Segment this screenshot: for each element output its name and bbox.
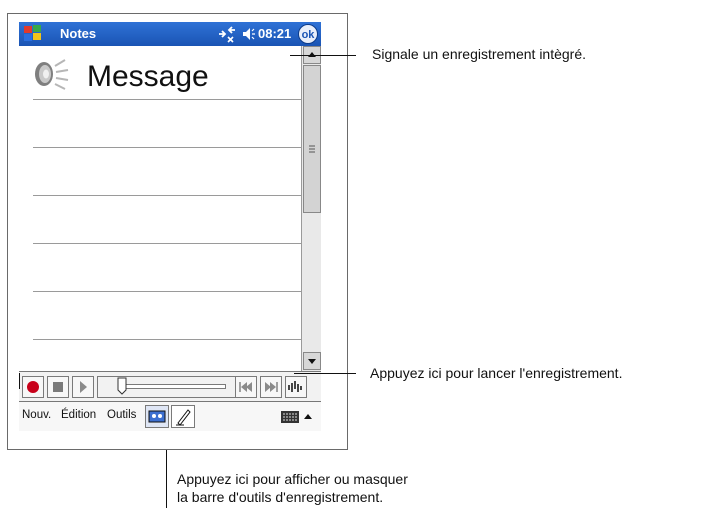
cassette-icon xyxy=(148,410,166,423)
note-ruled-line xyxy=(33,243,301,244)
stop-button[interactable] xyxy=(47,376,69,398)
note-ruled-line xyxy=(33,147,301,148)
play-icon xyxy=(80,381,87,393)
leader-line xyxy=(294,373,356,374)
scroll-down-button[interactable] xyxy=(303,352,321,370)
scroll-down-arrow-icon xyxy=(308,359,316,364)
stop-icon xyxy=(53,382,63,392)
scroll-thumb[interactable] xyxy=(303,65,321,213)
volume-level-icon xyxy=(288,381,302,392)
play-button[interactable] xyxy=(72,376,94,398)
record-button[interactable] xyxy=(22,376,44,398)
pen-icon xyxy=(176,409,191,426)
skip-forward-button[interactable] xyxy=(260,376,282,398)
recording-toolbar xyxy=(19,371,321,401)
ok-button[interactable]: ok xyxy=(298,24,318,44)
note-ruled-line xyxy=(33,339,301,340)
note-area[interactable]: Message xyxy=(19,46,301,371)
app-title: Notes xyxy=(60,26,97,41)
annotation-start-recording: Appuyez ici pour lancer l'enregistrement… xyxy=(370,365,623,381)
annotation-toggle-toolbar-line1: Appuyez ici pour afficher ou masquer xyxy=(177,471,408,487)
speaker-volume-icon[interactable] xyxy=(241,26,257,42)
volume-level-button[interactable] xyxy=(285,376,307,398)
title-bar: Notes 08:21 ok xyxy=(19,22,321,46)
command-bar: Nouv. Édition Outils xyxy=(19,401,321,431)
pen-mode-button[interactable] xyxy=(171,405,195,428)
menu-new[interactable]: Nouv. xyxy=(22,409,51,421)
toggle-recording-toolbar-button[interactable] xyxy=(145,405,169,428)
skip-forward-icon xyxy=(265,382,278,392)
up-arrow-icon[interactable] xyxy=(302,411,314,423)
menu-tools[interactable]: Outils xyxy=(107,409,136,421)
vertical-scrollbar[interactable] xyxy=(301,46,321,371)
note-message: Message xyxy=(87,60,209,93)
grip-icon xyxy=(309,145,315,153)
annotation-toggle-toolbar-line2: la barre d'outils d'enregistrement. xyxy=(177,489,384,505)
leader-line xyxy=(19,373,20,389)
keyboard-icon[interactable] xyxy=(280,409,300,425)
windows-flag-icon[interactable] xyxy=(21,23,45,45)
leader-line xyxy=(166,450,167,508)
note-ruled-line xyxy=(33,99,301,100)
clock[interactable]: 08:21 xyxy=(258,26,291,41)
slider-thumb-icon[interactable] xyxy=(117,377,127,395)
skip-back-icon xyxy=(239,382,252,392)
record-icon xyxy=(27,381,39,393)
note-ruled-line xyxy=(33,291,301,292)
skip-back-button[interactable] xyxy=(235,376,257,398)
connectivity-icon[interactable] xyxy=(217,25,237,43)
leader-line xyxy=(290,55,356,56)
position-slider-track xyxy=(122,384,226,389)
speaker-recording-icon[interactable] xyxy=(31,56,71,92)
note-ruled-line xyxy=(33,195,301,196)
annotation-embedded-recording: Signale un enregistrement intègré. xyxy=(372,46,587,62)
menu-edit[interactable]: Édition xyxy=(61,409,96,421)
